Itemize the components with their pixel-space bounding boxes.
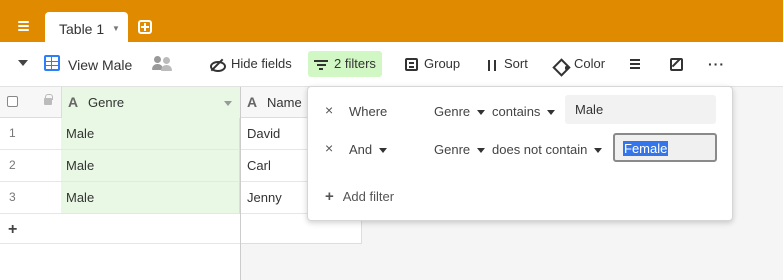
plus-icon: + [325,188,334,205]
filter-value-input[interactable]: Female [613,133,717,162]
chevron-down-icon [547,110,556,116]
tab-table-1[interactable]: Table 1 ▼ [45,12,128,42]
tab-label: Table 1 [59,21,105,37]
text-field-icon: A [247,94,258,110]
people-icon[interactable] [151,55,173,73]
chevron-down-icon[interactable] [224,101,232,106]
paint-bucket-icon [554,58,568,72]
chevron-down-icon [477,148,486,154]
add-row-strip [0,214,240,244]
filter-conjunction-label: And [349,142,373,157]
grid-left-pane: A Genre 1 Male 2 Male 3 Male + [0,87,241,280]
column-header-genre[interactable]: A Genre [61,87,240,118]
chevron-down-icon[interactable] [18,60,28,66]
chevron-down-icon [477,110,486,116]
genre-cell[interactable]: Male [61,118,240,150]
grid-view-icon [44,55,60,71]
chevron-down-icon[interactable]: ▼ [112,24,120,33]
sort-button[interactable]: Sort [480,51,534,77]
external-link-icon [670,58,683,72]
more-options-button[interactable]: ··· [702,51,731,77]
genre-cell[interactable]: Male [61,182,240,214]
selected-text: Female [623,141,669,156]
grid-header-left: A Genre [0,87,240,118]
add-table-icon[interactable] [138,20,152,34]
filter-icon [314,59,328,71]
menu-icon[interactable] [10,13,36,39]
filter-field-label: Genre [434,142,471,157]
sort-icon [486,58,498,72]
filter-field-select[interactable]: Genre [434,104,486,119]
column-header-label: Genre [88,95,125,110]
filter-value-input[interactable]: Male [565,95,716,124]
filter-conjunction-select[interactable]: And [349,142,388,157]
add-filter-button[interactable]: + Add filter [325,188,394,205]
text-field-icon: A [68,94,79,110]
eye-off-icon [209,60,226,72]
top-bar: Table 1 ▼ [0,0,783,42]
filters-label: 2 filters [334,56,376,71]
remove-filter-icon[interactable]: × [325,140,333,156]
column-header-label: Name [267,95,302,110]
chevron-down-icon [594,148,603,154]
row-number: 2 [0,150,61,182]
row-number: 1 [0,118,61,150]
add-filter-label: Add filter [342,189,395,204]
view-toolbar: View Male Hide fields 2 filters Group So… [0,42,783,87]
filter-popover: × Where Genre contains Male × And Genre … [307,86,733,221]
row-height-icon [630,58,644,71]
add-row-button[interactable]: + [8,221,17,239]
filter-operator-label: does not contain [492,142,588,157]
sort-label: Sort [504,56,528,71]
select-all-checkbox[interactable] [7,96,18,107]
filter-operator-label: contains [492,104,541,119]
filter-operator-select[interactable]: does not contain [492,142,603,157]
hide-fields-button[interactable]: Hide fields [203,51,298,77]
remove-filter-icon[interactable]: × [325,102,333,118]
group-button[interactable]: Group [399,51,466,77]
row-height-button[interactable] [624,51,656,77]
filters-button[interactable]: 2 filters [308,51,382,77]
share-view-button[interactable] [664,51,695,77]
view-name[interactable]: View Male [68,57,132,73]
filter-operator-select[interactable]: contains [492,104,556,119]
row-number: 3 [0,182,61,214]
filter-field-label: Genre [434,104,471,119]
filter-conjunction: Where [349,104,388,119]
chevron-down-icon [379,148,388,154]
filter-field-select[interactable]: Genre [434,142,486,157]
color-label: Color [574,56,606,71]
color-button[interactable]: Color [548,51,611,77]
lock-icon [44,94,53,105]
genre-cell[interactable]: Male [61,150,240,182]
group-icon [405,58,418,72]
group-label: Group [424,56,461,71]
hide-fields-label: Hide fields [231,56,292,71]
